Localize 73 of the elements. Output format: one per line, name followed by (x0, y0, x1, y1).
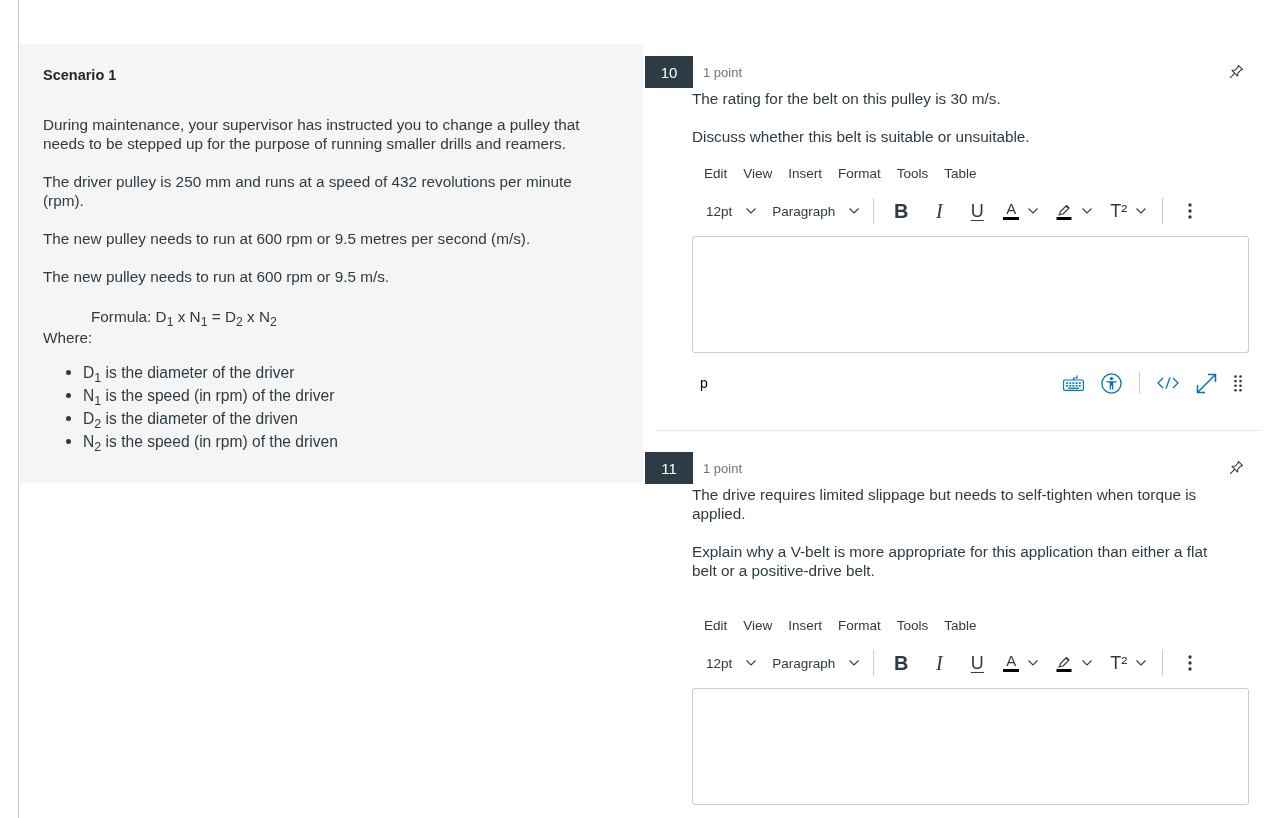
text-color-button[interactable]: A (997, 194, 1045, 228)
caret-icon (849, 208, 860, 214)
menu-item[interactable]: Table (944, 617, 977, 633)
menu-item[interactable]: Tools (896, 165, 929, 181)
caret-icon (1028, 208, 1039, 214)
points-label: 1 point (703, 64, 743, 80)
font-size-dropdown[interactable]: 12pt (700, 646, 763, 680)
menu-item[interactable]: Insert (788, 617, 823, 633)
formula-text: Formula: D$_{1}$ x N$_{1}$ = D$_{2}$ x N$_{2}$ (91, 307, 278, 328)
highlighter-icon (1056, 654, 1074, 672)
bullet-icon (66, 370, 71, 375)
keyboard-icon[interactable] (1063, 375, 1084, 391)
scenario-paragraph: The new pulley needs to run at 600 rpm or 9.5 metres per second (m/s). (43, 229, 532, 248)
caret-icon (746, 208, 757, 214)
scenario-paragraph: The new pulley needs to run at 600 rpm or 9.5 m/s. (43, 267, 391, 286)
question-number: 10 (645, 56, 693, 88)
definition-text: D$_{2}$ is the diameter of the driven (83, 409, 298, 428)
points-label: 1 point (703, 460, 743, 476)
highlighter-icon (1056, 202, 1074, 220)
italic-button[interactable]: I (921, 646, 958, 680)
bullet-icon (66, 393, 71, 398)
block-format-dropdown[interactable]: Paragraph (766, 194, 866, 228)
accessibility-icon[interactable] (1101, 372, 1122, 394)
caret-icon (1136, 660, 1147, 666)
menu-item[interactable]: Edit (704, 617, 728, 633)
scenario-paragraph: During maintenance, your supervisor has instructed you to change a pulley that needs to be stepped up for the purpose of running smaller drills and reamers. (43, 115, 581, 153)
definition-text: D$_{1}$ is the diameter of the driver (83, 363, 295, 382)
drag-handle-icon[interactable] (1234, 374, 1242, 392)
question-text: Discuss whether this belt is suitable or unsuitable. (692, 127, 1031, 146)
scenario-title: Scenario 1 (43, 66, 118, 85)
code-icon[interactable] (1157, 377, 1179, 389)
bold-button[interactable]: B (883, 646, 920, 680)
bullet-icon (66, 416, 71, 421)
color-bar-icon (1003, 217, 1020, 220)
caret-icon (746, 660, 757, 666)
superscript-button[interactable]: T² (1104, 646, 1153, 680)
menu-item[interactable]: View (743, 165, 773, 181)
superscript-button[interactable]: T² (1104, 194, 1153, 228)
menu-item[interactable]: Table (944, 165, 977, 181)
underline-button[interactable]: U (959, 194, 996, 228)
pin-icon[interactable] (1227, 459, 1244, 477)
question-text: The rating for the belt on this pulley is 30 m/s. (692, 89, 1002, 108)
question-number: 11 (645, 452, 693, 484)
definition-text: N$_{1}$ is the speed (in rpm) of the driver (83, 386, 335, 405)
menu-item[interactable]: Edit (704, 165, 728, 181)
caret-icon (1082, 660, 1093, 666)
fullscreen-icon[interactable] (1196, 372, 1217, 394)
element-path[interactable]: p (700, 375, 708, 391)
color-bar-icon (1003, 669, 1020, 672)
question-text: The drive requires limited slippage but needs to self-tighten when torque is applied. (692, 485, 1198, 523)
caret-icon (1028, 660, 1039, 666)
more-icon[interactable] (1188, 203, 1193, 219)
definition-text: N$_{2}$ is the speed (in rpm) of the driven (83, 432, 338, 451)
menu-item[interactable]: Insert (788, 165, 823, 181)
menu-item[interactable]: Format (838, 617, 881, 633)
caret-icon (1136, 208, 1147, 214)
more-icon[interactable] (1188, 655, 1193, 671)
where-label: Where: (43, 328, 94, 347)
bold-button[interactable]: B (883, 194, 920, 228)
scenario-paragraph: The driver pulley is 250 mm and runs at a speed of 432 revolutions per minute (rpm). (43, 172, 573, 210)
italic-button[interactable]: I (921, 194, 958, 228)
block-format-dropdown[interactable]: Paragraph (766, 646, 866, 680)
question-text: Explain why a V-belt is more appropriate for this application than either a flat belt or a positive-drive belt. (692, 542, 1209, 580)
pin-icon[interactable] (1227, 63, 1244, 81)
underline-button[interactable]: U (959, 646, 996, 680)
caret-icon (849, 660, 860, 666)
caret-icon (1082, 208, 1093, 214)
menu-item[interactable]: View (743, 617, 773, 633)
text-color-button[interactable]: A (997, 646, 1045, 680)
menu-item[interactable]: Format (838, 165, 881, 181)
menu-item[interactable]: Tools (896, 617, 929, 633)
bullet-icon (66, 439, 71, 444)
font-size-dropdown[interactable]: 12pt (700, 194, 763, 228)
